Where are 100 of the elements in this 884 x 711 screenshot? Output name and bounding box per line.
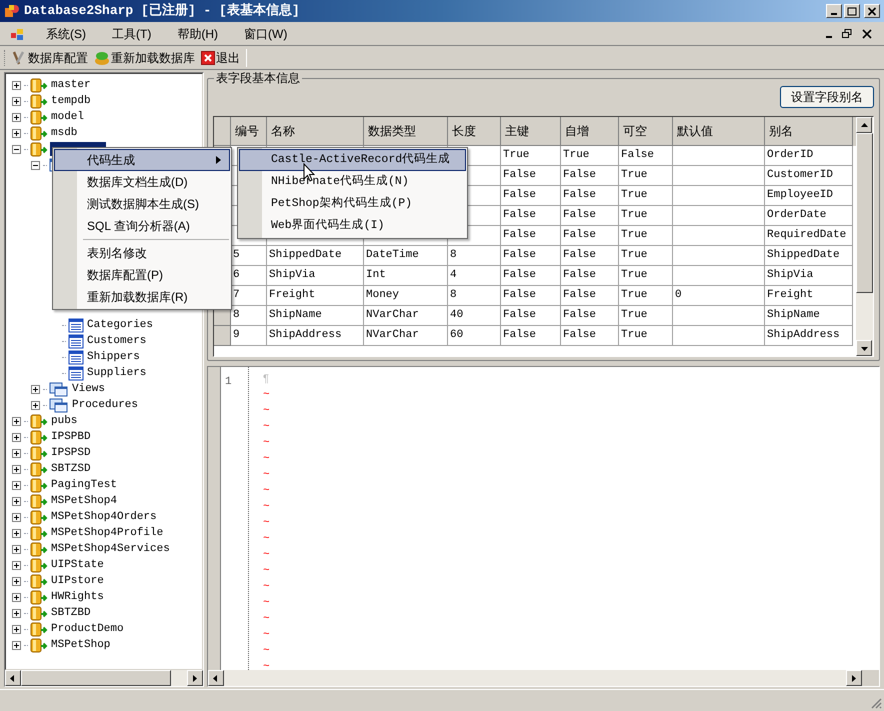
column-header[interactable]: 主键	[501, 117, 561, 146]
toolbar-button[interactable]: 重新加载数据库	[94, 48, 195, 66]
table-cell: True	[561, 146, 619, 166]
expand-icon[interactable]	[12, 512, 21, 522]
column-header[interactable]: 可空	[619, 117, 673, 146]
submenu-item[interactable]: NHibernate代码生成(N)	[239, 171, 466, 193]
scroll-left-button[interactable]	[208, 670, 224, 686]
tree-item[interactable]: Suppliers	[86, 366, 148, 380]
expand-icon[interactable]	[12, 640, 21, 650]
column-header[interactable]: 自增	[561, 117, 619, 146]
tree-item[interactable]: Procedures	[71, 398, 140, 412]
expand-icon[interactable]	[12, 112, 21, 122]
column-header[interactable]: 名称	[267, 117, 364, 146]
tree-item[interactable]: MSPetShop4Services	[50, 542, 171, 556]
column-header[interactable]: 默认值	[673, 117, 765, 146]
tree-item[interactable]: SBTZBD	[50, 606, 92, 620]
restore-icon[interactable]	[842, 28, 852, 38]
context-menu-item[interactable]: 代码生成	[54, 149, 230, 171]
menu-item[interactable]: 系统(S)	[38, 24, 94, 42]
scroll-right-button[interactable]	[187, 670, 203, 686]
tree-item[interactable]: PagingTest	[50, 478, 118, 492]
column-header[interactable]: 别名	[765, 117, 853, 146]
context-menu-item[interactable]: 数据库文档生成(D)	[54, 171, 230, 193]
tree-item[interactable]: IPSPSD	[50, 446, 92, 460]
scroll-left-button[interactable]	[5, 670, 21, 686]
database-icon	[30, 494, 48, 508]
submenu-item[interactable]: Web界面代码生成(I)	[239, 215, 466, 237]
tree-item[interactable]: MSPetShop4Profile	[50, 526, 164, 540]
tree-item[interactable]: MSPetShop4	[50, 494, 118, 508]
expand-icon[interactable]	[12, 80, 21, 90]
table-cell: 60	[448, 326, 501, 346]
column-header[interactable]: 长度	[448, 117, 501, 146]
menu-item[interactable]: 窗口(W)	[236, 24, 296, 42]
tree-item[interactable]: UIPState	[50, 558, 105, 572]
tree-item[interactable]: UIPstore	[50, 574, 105, 588]
context-menu-item[interactable]: 数据库配置(P)	[54, 264, 230, 286]
expand-icon[interactable]	[12, 576, 21, 586]
expand-icon[interactable]	[31, 384, 40, 394]
tree-item[interactable]: tempdb	[50, 94, 92, 108]
tree-item[interactable]: HWRights	[50, 590, 105, 604]
tree-item[interactable]: Views	[71, 382, 106, 396]
table-cell: 8	[448, 246, 501, 266]
tree-item[interactable]: master	[50, 78, 92, 92]
tree-item[interactable]: msdb	[50, 126, 78, 140]
expand-icon[interactable]	[12, 608, 21, 618]
close-button[interactable]	[864, 4, 880, 18]
toolbar-button[interactable]: 退出	[201, 48, 240, 66]
submenu-item[interactable]: PetShop架构代码生成(P)	[239, 193, 466, 215]
expand-icon[interactable]	[12, 416, 21, 426]
scroll-down-button[interactable]	[856, 340, 872, 356]
context-menu-item[interactable]: 表别名修改	[54, 242, 230, 264]
context-menu-item[interactable]: 重新加载数据库(R)	[54, 286, 230, 308]
context-menu-item[interactable]: 测试数据脚本生成(S)	[54, 193, 230, 215]
tree-item[interactable]: Categories	[86, 318, 154, 332]
tree-item[interactable]: model	[50, 110, 86, 124]
column-header[interactable]: 编号	[231, 117, 267, 146]
expand-icon[interactable]	[12, 448, 21, 458]
expand-icon[interactable]	[12, 544, 21, 554]
close-icon[interactable]	[862, 28, 872, 38]
tree-item[interactable]: pubs	[50, 414, 78, 428]
context-menu-item[interactable]: SQL 查询分析器(A)	[54, 215, 230, 237]
tree-item[interactable]: ProductDemo	[50, 622, 125, 636]
tree-item[interactable]: Customers	[86, 334, 148, 348]
collapse-icon[interactable]	[12, 144, 21, 154]
expand-icon[interactable]	[12, 528, 21, 538]
row-header[interactable]	[214, 326, 231, 346]
scroll-right-button[interactable]	[846, 670, 862, 686]
resize-grip-icon[interactable]	[870, 697, 882, 709]
scroll-thumb[interactable]	[21, 670, 171, 686]
tree-item[interactable]: MSPetShop	[50, 638, 112, 652]
expand-icon[interactable]	[31, 400, 40, 410]
scroll-thumb[interactable]	[856, 133, 873, 293]
set-alias-button[interactable]: 设置字段别名	[780, 86, 874, 108]
tree-item[interactable]: Shippers	[86, 350, 141, 364]
collapse-icon[interactable]	[31, 160, 40, 170]
tree-item[interactable]: SBTZSD	[50, 462, 92, 476]
expand-icon[interactable]	[12, 560, 21, 570]
code-editor[interactable]: 1 ¶ ~ ~ ~ ~ ~ ~ ~ ~ ~ ~ ~ ~ ~ ~ ~ ~ ~ ~	[220, 367, 879, 670]
toolbar-button[interactable]: 数据库配置	[11, 48, 88, 66]
expand-icon[interactable]	[12, 96, 21, 106]
menu-item[interactable]: 帮助(H)	[169, 24, 226, 42]
tree-item[interactable]: IPSPBD	[50, 430, 92, 444]
expand-icon[interactable]	[12, 432, 21, 442]
minimize-button[interactable]	[826, 4, 842, 18]
expand-icon[interactable]	[12, 592, 21, 602]
expand-icon[interactable]	[12, 464, 21, 474]
expand-icon[interactable]	[12, 624, 21, 634]
document-icon[interactable]	[10, 26, 26, 40]
expand-icon[interactable]	[12, 480, 21, 490]
table-cell: ShipName	[267, 306, 364, 326]
menu-item[interactable]: 工具(T)	[104, 24, 160, 42]
tree-item[interactable]: MSPetShop4Orders	[50, 510, 158, 524]
expand-icon[interactable]	[12, 128, 21, 138]
database-icon	[30, 126, 48, 140]
submenu-item[interactable]: Castle-ActiveRecord代码生成	[239, 149, 466, 171]
tilde-marker: ~	[263, 452, 270, 467]
column-header[interactable]: 数据类型	[364, 117, 448, 146]
expand-icon[interactable]	[12, 496, 21, 506]
scroll-up-button[interactable]	[856, 117, 872, 133]
maximize-button[interactable]	[844, 4, 860, 18]
